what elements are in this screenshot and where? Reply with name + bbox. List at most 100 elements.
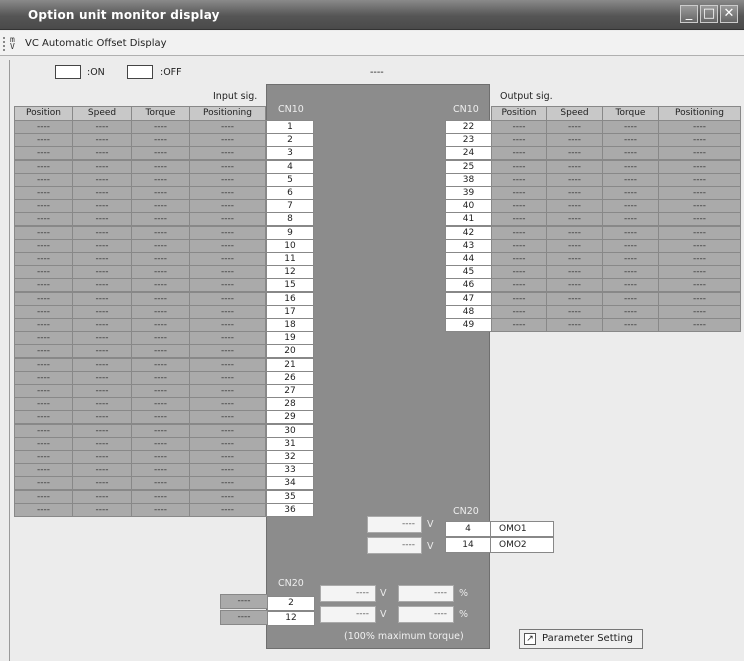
input-cell: ---- [131,318,190,332]
output-cell: ---- [658,238,741,253]
output-cell: ---- [546,238,603,253]
close-button[interactable]: ✕ [720,5,738,23]
input-cell: ---- [131,410,190,425]
input-cell: ---- [131,331,190,346]
input-cell: ---- [14,291,73,306]
output-cell: ---- [491,186,547,200]
tlc-pin: 12 [267,611,315,626]
output-cell: ---- [602,159,659,174]
input-cell: ---- [131,463,190,478]
input-cell: ---- [72,212,132,227]
output-cell: ---- [658,199,741,214]
output-pin: 46 [445,278,492,293]
output-cell: ---- [602,304,659,319]
input-cell: ---- [131,252,190,266]
input-cell: ---- [189,397,266,412]
input-cell: ---- [189,146,266,161]
input-cell: ---- [14,450,73,464]
output-pin: 42 [445,225,492,240]
input-pin: 4 [266,159,314,174]
status-value: ---- [370,67,384,78]
on-legend-label: :ON [87,67,105,78]
input-cell: ---- [72,331,132,346]
input-pin: 29 [266,410,314,425]
input-pin: 12 [266,265,314,280]
output-cell: ---- [658,159,741,174]
input-pin: 35 [266,489,314,504]
output-cell: ---- [491,159,547,174]
input-cell: ---- [189,120,266,134]
output-pin: 44 [445,252,492,266]
toolbar-grip[interactable] [3,37,5,51]
input-cell: ---- [189,384,266,398]
output-cell: ---- [546,278,603,293]
output-cell: ---- [658,146,741,161]
input-cell: ---- [131,133,190,148]
output-pin: 39 [445,186,492,200]
output-cell: ---- [546,146,603,161]
title-bar: Option unit monitor display _ □ ✕ [0,0,744,30]
input-cell: ---- [131,397,190,412]
output-cell: ---- [491,252,547,266]
vc-automatic-offset-display-button[interactable]: VC Automatic Offset Display [25,38,167,49]
input-cell: ---- [14,120,73,134]
input-cell: ---- [189,502,266,517]
input-cell: ---- [131,436,190,451]
input-cell: ---- [189,463,266,478]
omo1-voltage-unit: V [427,519,434,530]
input-pin: 10 [266,238,314,253]
output-cell: ---- [491,133,547,148]
input-header-speed: Speed [72,106,132,121]
output-pin: 48 [445,304,492,319]
output-pin: 47 [445,291,492,306]
parameter-setting-button[interactable]: ↗ Parameter Setting [519,629,643,649]
output-cell: ---- [658,225,741,240]
input-cell: ---- [72,199,132,214]
off-legend-label: :OFF [160,67,182,78]
input-cell: ---- [72,450,132,464]
input-pin: 5 [266,172,314,187]
minimize-button[interactable]: _ [680,5,698,23]
output-cell: ---- [602,212,659,227]
tla-percent-value: ---- [398,585,454,602]
maximize-button[interactable]: □ [700,5,718,23]
input-cell: ---- [72,397,132,412]
input-cell: ---- [189,278,266,293]
input-connector-label: CN10 [278,104,304,115]
output-cell: ---- [491,278,547,293]
output-cell: ---- [491,212,547,227]
output-cell: ---- [602,318,659,332]
input-pin: 32 [266,450,314,464]
tlc-voltage-unit: V [380,609,387,620]
input-cell: ---- [189,476,266,491]
input-cell: ---- [131,146,190,161]
input-cell: ---- [189,410,266,425]
output-cell: ---- [546,304,603,319]
input-cell: ---- [131,450,190,464]
output-cell: ---- [546,252,603,266]
input-cell: ---- [72,410,132,425]
input-pin: 28 [266,397,314,412]
input-cell: ---- [189,318,266,332]
input-pin: 17 [266,304,314,319]
input-cell: ---- [131,291,190,306]
vc-offset-icon[interactable]: mV [10,36,24,51]
input-cell: ---- [14,463,73,478]
input-cell: ---- [131,423,190,438]
input-pin: 7 [266,199,314,214]
input-pin: 30 [266,423,314,438]
tlc-percent-unit: % [459,609,469,620]
output-cell: ---- [658,278,741,293]
input-cell: ---- [131,186,190,200]
input-cell: ---- [189,489,266,504]
input-cell: ---- [131,304,190,319]
output-cell: ---- [491,238,547,253]
output-cell: ---- [546,172,603,187]
output-cell: ---- [658,186,741,200]
output-pin: 23 [445,133,492,148]
output-cell: ---- [602,120,659,134]
input-pin: 33 [266,463,314,478]
input-cell: ---- [189,265,266,280]
input-cell: ---- [131,199,190,214]
input-cell: ---- [72,252,132,266]
